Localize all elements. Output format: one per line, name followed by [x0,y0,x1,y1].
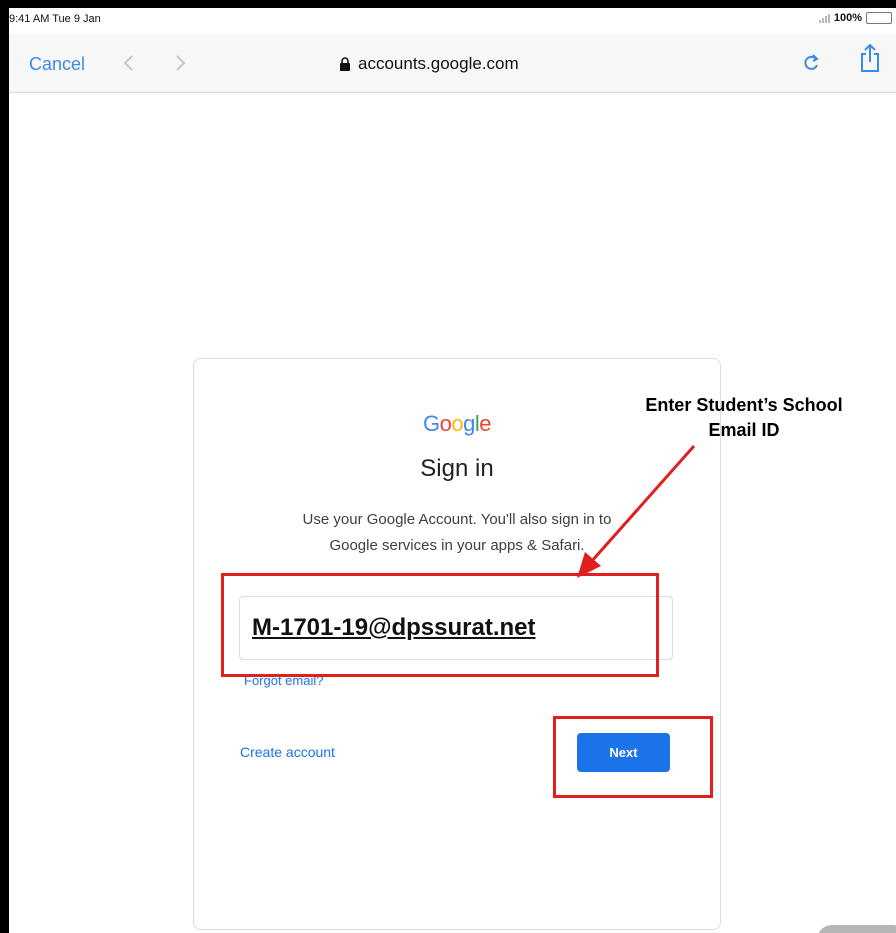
annotation-arrow [577,445,696,578]
web-page: Google Sign in Use your Google Account. … [9,93,896,933]
lock-icon [340,57,350,71]
battery-icon [866,12,892,24]
status-time: 9:41 AM Tue 9 Jan [9,13,101,25]
cancel-button[interactable]: Cancel [29,54,85,75]
ipad-screen: 9:41 AM Tue 9 Jan 100% Cancel accounts.g… [9,8,896,933]
annotation-callout: Enter Student’s School Email ID [604,393,884,443]
share-icon[interactable] [859,43,881,73]
signal-icon [818,13,830,23]
next-highlight-box [553,716,713,798]
logo-letter: e [479,411,491,436]
chevron-right-icon[interactable] [173,54,187,72]
scroll-indicator [817,925,896,933]
status-indicators: 100% [818,12,892,24]
address-url: accounts.google.com [358,54,519,73]
battery-percent: 100% [833,12,862,24]
email-highlight-box [221,573,659,677]
reload-icon[interactable] [801,53,821,73]
browser-toolbar: Cancel accounts.google.com [9,34,896,93]
chevron-left-icon[interactable] [122,54,136,72]
logo-letter: o [439,411,452,436]
create-account-link[interactable]: Create account [240,744,335,760]
logo-letter: o [451,411,464,436]
screenshot-border-left [0,0,9,933]
address-bar[interactable]: accounts.google.com [339,54,519,74]
logo-letter: g [463,411,475,436]
logo-letter: G [422,411,440,436]
callout-line-1: Enter Student’s School [645,395,843,415]
status-bar: 9:41 AM Tue 9 Jan 100% [9,8,896,34]
callout-line-2: Email ID [708,420,780,440]
screenshot-border-top [0,0,896,8]
